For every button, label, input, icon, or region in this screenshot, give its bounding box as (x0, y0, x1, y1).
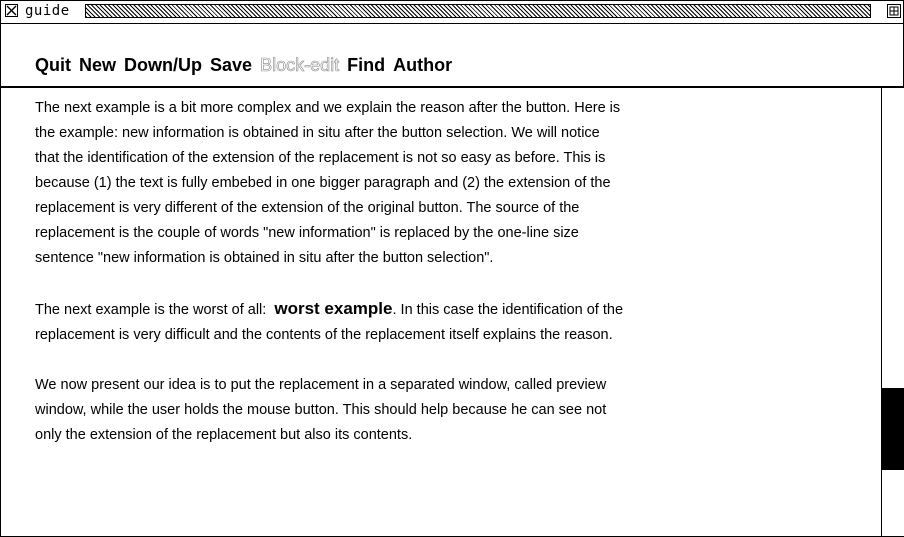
title-drag-area[interactable] (85, 4, 871, 18)
paragraph-line: The next example is a bit more complex a… (35, 100, 621, 116)
paragraph-line: The next example is the worst of all: wo… (35, 296, 865, 323)
guide-window: guide Quit New Down/Up Save Block-edit F… (0, 0, 904, 537)
vertical-scrollbar[interactable] (881, 88, 904, 536)
paragraph-line: replacement is very difficult and the co… (35, 327, 613, 343)
paragraph-line: because (1) the text is fully embebed in… (35, 175, 611, 191)
paragraph-line: sentence "new information is obtained in… (35, 250, 494, 266)
paragraph-line: We now present our idea is to put the re… (35, 377, 607, 393)
document-view: The next example is a bit more complex a… (1, 88, 881, 536)
block-edit-button: Block-edit (260, 55, 340, 76)
worst-example-button[interactable]: worst example (274, 299, 392, 318)
window-title: guide (25, 3, 70, 19)
title-bar[interactable]: guide (1, 1, 903, 24)
paragraph-line: that the identification of the extension… (35, 150, 606, 166)
paragraph-line: only the extension of the replacement bu… (35, 427, 413, 443)
document-text: The next example is a bit more complex a… (35, 96, 865, 448)
author-button[interactable]: Author (393, 54, 452, 76)
save-button[interactable]: Save (210, 54, 252, 76)
paragraph-line: window, while the user holds the mouse b… (35, 402, 607, 418)
new-button[interactable]: New (79, 54, 116, 76)
find-button[interactable]: Find (347, 54, 385, 76)
paragraph-text: The next example is the worst of all: (35, 302, 267, 318)
close-icon[interactable] (5, 4, 18, 17)
down-up-button[interactable]: Down/Up (124, 54, 202, 76)
resize-icon[interactable] (887, 4, 901, 18)
paragraph-line: the example: new information is obtained… (35, 125, 600, 141)
scroll-thumb[interactable] (882, 388, 904, 470)
paragraph-text: . In this case the identification of the (392, 302, 624, 318)
quit-button[interactable]: Quit (35, 54, 71, 76)
menu-bar: Quit New Down/Up Save Block-edit Find Au… (1, 24, 903, 88)
paragraph-line: replacement is very different of the ext… (35, 200, 580, 216)
paragraph-line: replacement is the couple of words "new … (35, 225, 579, 241)
